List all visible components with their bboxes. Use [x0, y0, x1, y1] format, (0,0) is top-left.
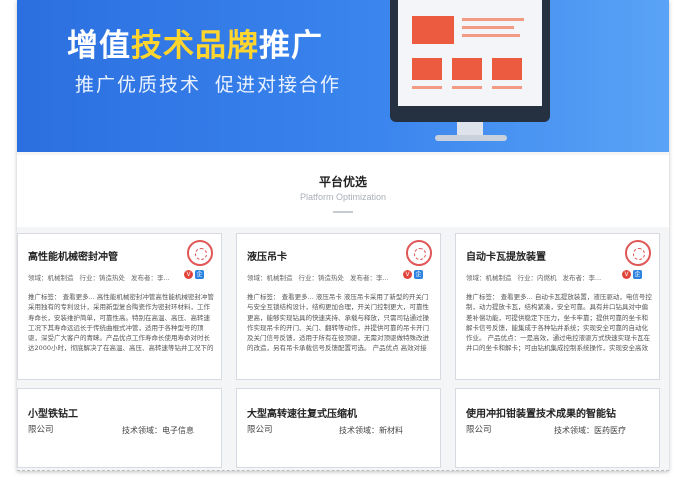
- section-subtitle: Platform Optimization: [299, 192, 387, 202]
- card-field: 领域：机械制造: [28, 274, 74, 282]
- banner-title-part2: 推广: [259, 28, 323, 64]
- monitor-base: [435, 135, 507, 141]
- monitor-screen: [398, 0, 542, 106]
- banner-title: 增值技术品牌推广: [67, 20, 323, 65]
- card-industry: 行业：铸造热处: [298, 274, 345, 282]
- tech-card[interactable]: 液压吊卡 领域：机械制造 行业：铸造热处 发布者：李... V 企 推广标签： 查看…: [236, 233, 441, 380]
- card-title[interactable]: 自动卡瓦提放装置: [466, 248, 546, 263]
- seal-icon: [187, 240, 213, 266]
- card-description: 推广标签： 查看更多... 液压吊卡 液压吊卡采用了新型的开关门与安全互锁结构设…: [247, 293, 429, 353]
- card-org: 限公司: [247, 425, 273, 435]
- company-badge-icon: 企: [414, 270, 423, 279]
- card-title[interactable]: 液压吊卡: [247, 248, 287, 263]
- card-description: 推广标签： 查看更多... 自动卡瓦提放装置，液压驱动，电信号控制，动力提放卡瓦…: [466, 293, 652, 353]
- section-divider: [333, 211, 353, 213]
- company-badge-icon: 企: [195, 270, 204, 279]
- card-title[interactable]: 使用冲扣钳装置技术成果的智能钻: [466, 405, 616, 420]
- monitor-stand: [457, 122, 483, 136]
- card-industry: 行业：铸造热处: [79, 274, 126, 282]
- card-meta: 领域：机械制造 行业：铸造热处 发布者：李...: [247, 272, 395, 282]
- vip-badge-icon: V: [184, 270, 193, 279]
- card-publisher: 发布者：李...: [562, 274, 602, 282]
- tech-card[interactable]: 高性能机械密封冲管 领域：机械制造 行业：铸造热处 发布者：李... V 企 推广标…: [17, 233, 222, 380]
- tech-card[interactable]: 自动卡瓦提放装置 领域：机械制造 行业：内燃机 发布者：李... V 企 推广标签：…: [455, 233, 660, 380]
- card-description: 推广标签： 查看更多... 高性能机械密封冲管高性能机械密封冲管采用独有的专利设…: [28, 293, 214, 353]
- banner-subtitle-part2: 促进对接合作: [215, 74, 342, 96]
- card-title[interactable]: 高性能机械密封冲管: [28, 248, 118, 263]
- tech-card[interactable]: 使用冲扣钳装置技术成果的智能钻 限公司 技术领域：医药医疗: [455, 388, 660, 468]
- tech-card[interactable]: 小型铁钻工 限公司 技术领域：电子信息: [17, 388, 222, 468]
- card-tech-field: 技术领域：新材料: [339, 426, 403, 435]
- vip-badge-icon: V: [403, 270, 412, 279]
- card-org: 限公司: [466, 425, 492, 435]
- card-field: 领域：机械制造: [247, 274, 293, 282]
- banner-subtitle-part1: 推广优质技术: [75, 74, 202, 96]
- monitor-illustration-icon: [390, 0, 550, 122]
- seal-icon: [625, 240, 651, 266]
- card-publisher: 发布者：李...: [350, 274, 389, 282]
- card-org: 限公司: [28, 425, 54, 435]
- seal-icon: [406, 240, 432, 266]
- card-title[interactable]: 小型铁钻工: [28, 405, 78, 420]
- company-badge-icon: 企: [633, 270, 642, 279]
- tech-card[interactable]: 大型高转速往复式压缩机 限公司 技术领域：新材料: [236, 388, 441, 468]
- section-header: 平台优选 Platform Optimization: [17, 155, 669, 227]
- page-frame: 增值技术品牌推广 推广优质技术 促进对接合作 平台优选 Platform Opti…: [17, 0, 669, 471]
- card-tech-field: 技术领域：电子信息: [122, 426, 194, 435]
- card-meta: 领域：机械制造 行业：内燃机 发布者：李...: [466, 272, 607, 282]
- section-title: 平台优选: [318, 175, 367, 189]
- card-tech-field: 技术领域：医药医疗: [554, 426, 626, 435]
- banner-title-part1: 增值: [67, 28, 131, 64]
- promo-banner[interactable]: 增值技术品牌推广 推广优质技术 促进对接合作: [17, 0, 669, 152]
- card-industry: 行业：内燃机: [517, 274, 557, 282]
- vip-badge-icon: V: [622, 270, 631, 279]
- card-meta: 领域：机械制造 行业：铸造热处 发布者：李...: [28, 272, 176, 282]
- card-publisher: 发布者：李...: [131, 274, 170, 282]
- banner-subtitle: 推广优质技术 促进对接合作: [75, 70, 341, 97]
- banner-title-highlight: 技术品牌: [131, 28, 259, 64]
- card-title[interactable]: 大型高转速往复式压缩机: [247, 405, 357, 420]
- card-field: 领域：机械制造: [466, 274, 512, 282]
